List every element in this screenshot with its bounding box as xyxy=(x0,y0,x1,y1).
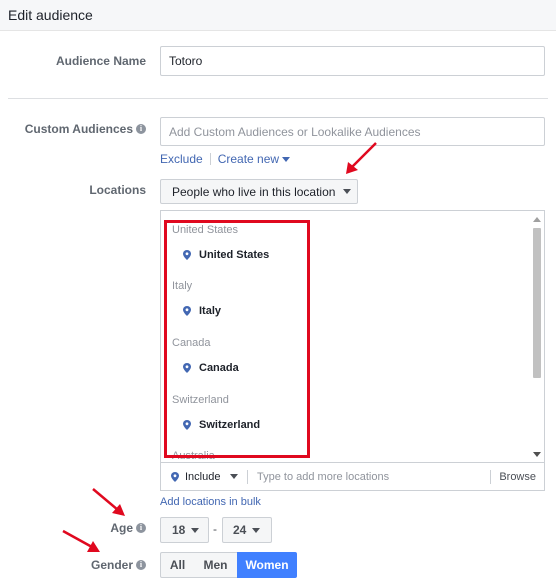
annotation-arrow-icon xyxy=(92,488,125,516)
location-type-value: People who live in this location xyxy=(172,184,336,199)
age-label: Age i xyxy=(110,521,146,535)
annotation-arrow-icon xyxy=(346,142,377,174)
audience-name-input[interactable]: Totoro xyxy=(160,46,545,76)
gender-all-button[interactable]: All xyxy=(160,552,195,578)
highlight-box xyxy=(164,220,310,458)
chevron-down-icon xyxy=(230,474,239,479)
chevron-down-icon xyxy=(343,189,352,194)
browse-button[interactable]: Browse xyxy=(491,471,544,483)
locations-label-text: Locations xyxy=(89,183,146,197)
gender-women-button[interactable]: Women xyxy=(237,552,297,578)
scrollbar-thumb[interactable] xyxy=(533,228,541,378)
include-label: Include xyxy=(185,470,221,483)
dialog-title: Edit audience xyxy=(8,7,93,23)
info-icon[interactable]: i xyxy=(136,560,146,570)
create-new-link[interactable]: Create new xyxy=(218,152,291,166)
info-icon[interactable]: i xyxy=(136,124,146,134)
location-type-dropdown[interactable]: People who live in this location xyxy=(160,179,358,204)
custom-audiences-label-text: Custom Audiences xyxy=(24,122,133,136)
link-separator xyxy=(209,153,211,165)
chevron-down-icon xyxy=(252,527,261,533)
location-include-bar: Include Type to add more locations Brows… xyxy=(160,462,545,491)
gender-label: Gender i xyxy=(91,558,146,572)
create-new-label: Create new xyxy=(217,152,280,166)
dialog-header: Edit audience xyxy=(0,0,556,31)
add-location-input[interactable]: Type to add more locations xyxy=(248,471,490,483)
exclude-link[interactable]: Exclude xyxy=(160,152,203,166)
age-label-text: Age xyxy=(110,521,133,535)
age-min-dropdown[interactable]: 18 xyxy=(160,517,209,543)
section-divider xyxy=(8,98,548,99)
info-icon[interactable]: i xyxy=(136,523,146,533)
audience-name-value: Totoro xyxy=(169,54,203,68)
custom-audiences-placeholder: Add Custom Audiences or Lookalike Audien… xyxy=(169,124,421,139)
custom-audiences-actions: Exclude Create new xyxy=(160,152,291,166)
add-locations-bulk-link[interactable]: Add locations in bulk xyxy=(160,496,261,508)
age-min-value: 18 xyxy=(172,523,186,537)
scrollbar[interactable] xyxy=(530,211,544,462)
annotation-arrow-icon xyxy=(62,529,100,552)
chevron-down-icon xyxy=(191,527,200,533)
audience-name-label: Audience Name xyxy=(56,54,146,68)
audience-name-label-text: Audience Name xyxy=(55,54,146,68)
scroll-down-arrow-icon[interactable] xyxy=(533,452,541,457)
scroll-up-arrow-icon[interactable] xyxy=(533,217,541,222)
age-max-value: 24 xyxy=(233,523,247,537)
include-dropdown[interactable]: Include xyxy=(161,471,247,483)
age-max-dropdown[interactable]: 24 xyxy=(222,517,272,543)
custom-audiences-label: Custom Audiences i xyxy=(25,122,146,136)
gender-men-button[interactable]: Men xyxy=(194,552,238,578)
gender-label-text: Gender xyxy=(90,558,133,572)
chevron-down-icon xyxy=(282,157,291,163)
locations-label: Locations xyxy=(89,183,146,197)
location-pin-icon xyxy=(171,471,179,482)
age-range-separator: - xyxy=(213,522,217,536)
